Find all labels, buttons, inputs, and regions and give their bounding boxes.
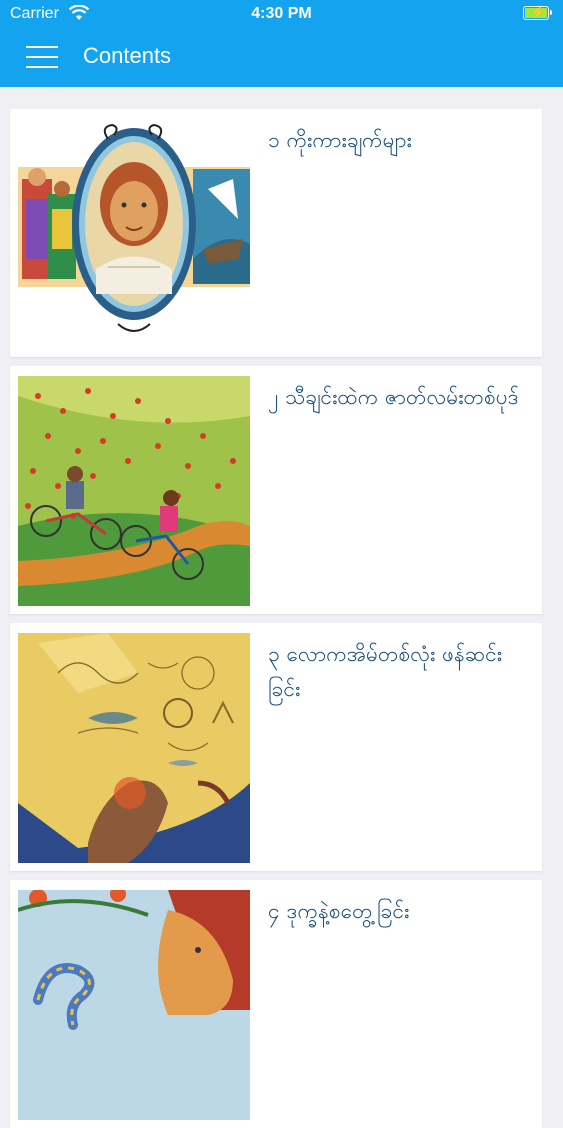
story-card-1[interactable]: ၁ ကိုးကားချက်များ [10,109,542,357]
story-thumbnail-1 [18,119,250,349]
page-title: Contents [83,43,172,68]
story-card-4[interactable]: ၄ ဒုက္ခနဲ့စတွေ့ခြင်း [10,880,542,1128]
hamburger-menu-icon[interactable] [26,46,58,68]
story-thumbnail-2 [18,376,250,606]
story-title-1: ၁ ကိုးကားချက်များ [268,128,412,152]
clock: 4:30 PM [251,5,312,22]
story-card-3[interactable]: ၃ လောကအိမ်တစ်လုံး ဖန်ဆင်းခြင်း [10,623,542,871]
story-thumbnail-4 [18,890,250,1120]
nav-bar: Contents [0,30,563,87]
story-card-2[interactable]: ၂ သီချင်းထဲက ဇာတ်လမ်းတစ်ပုဒ် [10,366,542,614]
status-bar: Carrier 4:30 PM ⚡ [0,0,563,30]
story-thumbnail-3 [18,633,250,863]
story-title-4: ၄ ဒုက္ခနဲ့စတွေ့ခြင်း [268,899,410,923]
story-title-3: ၃ လောကအိမ်တစ်လုံး ဖန်ဆင်းခြင်း [268,642,503,701]
battery-icon: ⚡ [523,5,552,20]
story-title-2: ၂ သီချင်းထဲက ဇာတ်လမ်းတစ်ပုဒ် [268,385,519,409]
